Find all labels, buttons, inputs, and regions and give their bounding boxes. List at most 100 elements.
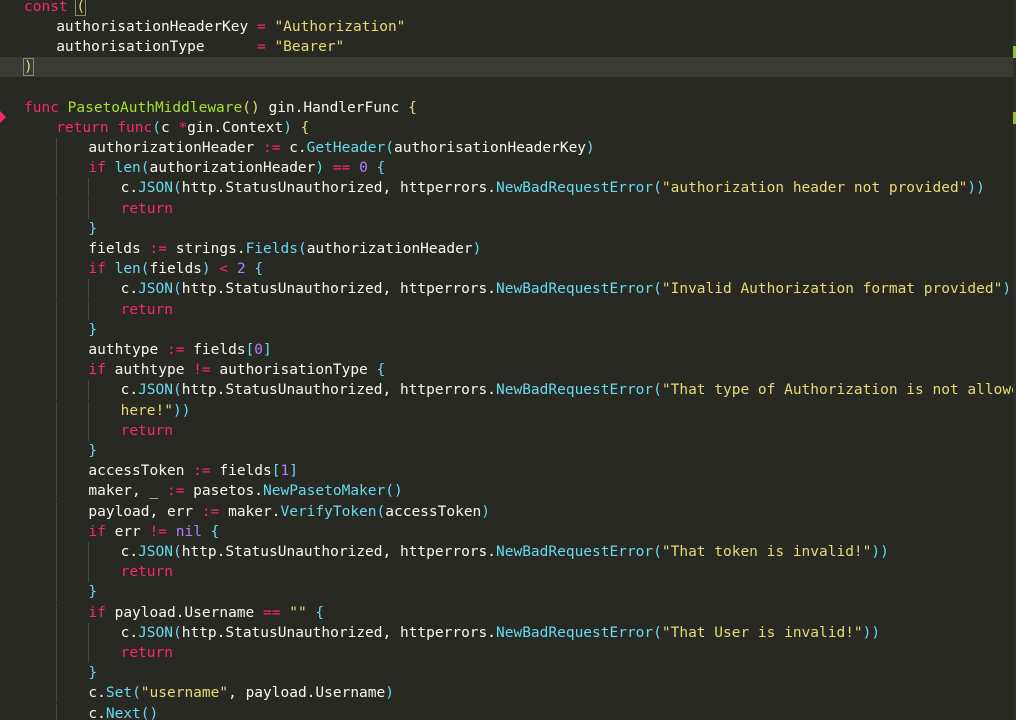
code-line[interactable]: return (0, 562, 1016, 583)
code-token: fields (149, 261, 202, 278)
code-line[interactable]: maker, _ := pasetos.NewPasetoMaker() (0, 481, 1016, 502)
indent-guide (56, 238, 58, 260)
code-text: return (121, 643, 173, 663)
indent-guide (56, 521, 58, 542)
code-text: c.JSON(http.StatusUnauthorized, httperro… (121, 279, 1016, 299)
code-token: return (56, 119, 109, 136)
code-token: c. (289, 139, 307, 156)
code-line[interactable]: payload, err := maker.VerifyToken(access… (0, 501, 1016, 522)
indent-guide (56, 602, 58, 623)
code-text: accessToken := fields[1] (88, 461, 298, 481)
code-token: 0 (254, 341, 264, 358)
code-line[interactable]: c.JSON(http.StatusUnauthorized, httperro… (0, 622, 1016, 643)
code-line[interactable]: c.JSON(http.StatusUnauthorized, httperro… (0, 178, 1016, 199)
code-token: = (256, 18, 266, 35)
code-line[interactable]: fields := strings.Fields(authorizationHe… (0, 238, 1016, 260)
indent-guide (56, 299, 58, 320)
code-line[interactable]: if err != nil { (0, 521, 1016, 542)
indent-guide (56, 218, 58, 239)
code-token: { (210, 523, 220, 540)
code-line[interactable]: const ( (0, 0, 1016, 17)
code-token: { (376, 160, 386, 177)
indent-guide (56, 380, 58, 401)
code-line[interactable]: } (0, 440, 1016, 462)
code-line[interactable]: } (0, 319, 1016, 340)
code-line[interactable]: authorisationType = "Bearer" (0, 37, 1016, 57)
code-line[interactable]: } (0, 218, 1016, 239)
code-line[interactable]: } (0, 582, 1016, 603)
code-token: gin.HandlerFunc (268, 99, 400, 116)
code-token: JSON (138, 624, 173, 641)
code-line[interactable]: if len(authorizationHeader) == 0 { (0, 158, 1016, 179)
code-line[interactable]: if len(fields) < 2 { (0, 259, 1016, 280)
code-token: ( (172, 624, 182, 641)
code-line[interactable]: if payload.Username == "" { (0, 602, 1016, 623)
code-text: maker, _ := pasetos.NewPasetoMaker() (88, 481, 402, 501)
code-token: c. (120, 624, 139, 641)
code-token: ) (283, 119, 292, 136)
code-line[interactable]: c.JSON(http.StatusUnauthorized, httperro… (0, 541, 1016, 563)
code-token: authorisationType (219, 362, 368, 379)
code-line[interactable]: authorisationHeaderKey = "Authorization" (0, 17, 1016, 37)
code-line[interactable]: return (0, 642, 1016, 664)
code-line[interactable] (0, 77, 1016, 97)
code-line[interactable]: func PasetoAuthMiddleware() gin.HandlerF… (0, 98, 1016, 118)
code-token: return (120, 422, 173, 439)
code-line[interactable]: return (0, 198, 1016, 219)
code-text: } (88, 320, 97, 340)
indent-guide (56, 178, 58, 199)
code-line[interactable]: authorizationHeader := c.GetHeader(autho… (0, 137, 1016, 159)
code-token: ) (23, 58, 34, 77)
code-token: ( (653, 180, 662, 197)
indent-guide (88, 642, 90, 664)
code-token: "Authorization" (274, 18, 406, 35)
code-token: ( (172, 543, 182, 560)
code-token: authorizationHeader (88, 139, 255, 156)
code-token: ] (289, 463, 298, 480)
code-token: )) (172, 402, 191, 419)
code-line[interactable]: } (0, 663, 1016, 684)
code-line[interactable]: return func(c *gin.Context) { (0, 118, 1016, 138)
indent-guide (56, 360, 58, 381)
code-editor[interactable]: const (authorisationHeaderKey = "Authori… (0, 0, 1016, 720)
code-line[interactable]: c.JSON(http.StatusUnauthorized, httperro… (0, 279, 1016, 300)
code-text: return (121, 300, 173, 320)
indent-guide (56, 663, 58, 684)
code-token: strings. (175, 240, 246, 257)
code-line[interactable]: c.Set("username", payload.Username) (0, 683, 1016, 704)
code-token: pasetos. (193, 483, 264, 500)
code-token: VerifyToken (280, 503, 377, 520)
code-token: gin.Context (187, 119, 284, 136)
code-token: ( (172, 281, 182, 298)
code-token: c. (88, 685, 106, 702)
code-token: accessToken (385, 503, 482, 520)
code-text: return func(c *gin.Context) { (56, 118, 309, 138)
code-line[interactable]: return (0, 420, 1016, 441)
indent-guide (56, 683, 58, 704)
code-line[interactable]: ) (0, 57, 1016, 78)
code-line[interactable]: here!")) (0, 400, 1016, 421)
code-token: == (332, 160, 351, 177)
code-token: ( (653, 624, 662, 641)
code-line[interactable]: c.Next() (0, 703, 1016, 720)
code-text: if len(authorizationHeader) == 0 { (88, 158, 385, 178)
code-token: http.StatusUnauthorized, httperrors. (181, 543, 496, 560)
code-line[interactable]: if authtype != authorisationType { (0, 360, 1016, 381)
code-line[interactable]: accessToken := fields[1] (0, 461, 1016, 482)
code-line[interactable]: return (0, 299, 1016, 320)
code-line[interactable]: c.JSON(http.StatusUnauthorized, httperro… (0, 380, 1016, 401)
code-text: c.JSON(http.StatusUnauthorized, httperro… (121, 380, 1016, 400)
indent-guide (56, 642, 58, 664)
indent-guide (56, 481, 58, 502)
code-line[interactable]: authtype := fields[0] (0, 339, 1016, 361)
code-token: JSON (138, 180, 173, 197)
indent-guide (56, 339, 58, 361)
